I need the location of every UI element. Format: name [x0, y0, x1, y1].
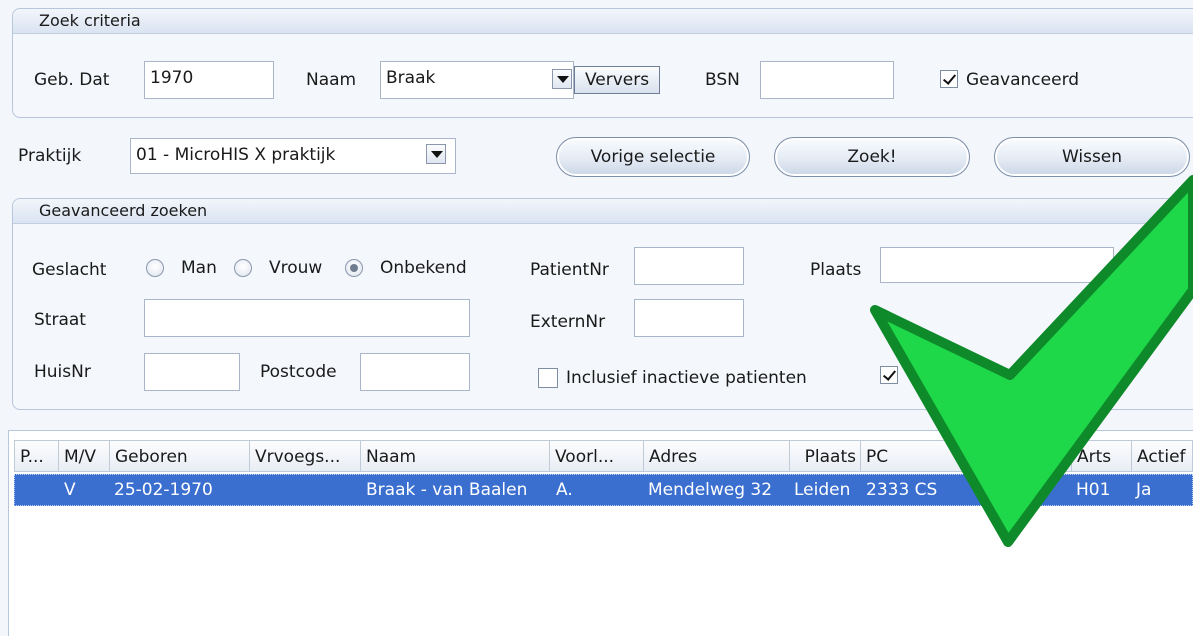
- col-header-vrvoegs[interactable]: Vrvoegs...: [249, 440, 361, 472]
- vorige-selectie-label: Vorige selectie: [590, 147, 716, 167]
- cell-voorl: A.: [556, 480, 573, 500]
- bsn-label: BSN: [705, 70, 740, 90]
- praktijk-dropdown-button[interactable]: [426, 144, 446, 164]
- externnr-input[interactable]: [634, 299, 744, 337]
- inclusief-inactieve-label: Inclusief inactieve patienten: [566, 368, 807, 388]
- cell-plaats: Leiden: [794, 480, 851, 500]
- postcode-label: Postcode: [260, 362, 337, 382]
- col-header-naam[interactable]: Naam: [360, 440, 550, 472]
- cell-naam: Braak - van Baalen: [366, 480, 528, 500]
- ververs-button[interactable]: Ververs: [574, 66, 660, 94]
- praktijk-label: Praktijk: [18, 146, 82, 166]
- cell-mv: V: [64, 480, 76, 500]
- plaats-label: Plaats: [810, 260, 862, 280]
- col-header-geboren[interactable]: Geboren: [109, 440, 250, 472]
- ververs-label: Ververs: [584, 70, 650, 90]
- geb-dat-label: Geb. Dat: [34, 70, 110, 90]
- bsn-input[interactable]: [760, 61, 894, 99]
- naam-dropdown-button[interactable]: [552, 69, 572, 89]
- huisnr-input[interactable]: [144, 353, 240, 391]
- geb-dat-input[interactable]: 1970: [144, 61, 274, 99]
- wissen-label: Wissen: [1061, 147, 1123, 167]
- naam-value: Braak: [386, 68, 436, 88]
- geavanceerd-checkbox[interactable]: [940, 70, 958, 88]
- col-header-plaats[interactable]: Plaats: [789, 440, 861, 472]
- cell-adres: Mendelweg 32: [648, 480, 773, 500]
- radio-man-label: Man: [181, 258, 217, 278]
- postcode-input[interactable]: [360, 353, 470, 391]
- naam-label: Naam: [306, 70, 357, 90]
- col-header-mv[interactable]: M/V: [58, 440, 110, 472]
- praktijk-combobox[interactable]: 01 - MicroHIS X praktijk: [130, 138, 456, 174]
- externnr-label: ExternNr: [530, 312, 606, 332]
- col-header-p[interactable]: P...: [14, 440, 59, 472]
- inclusief-inactieve-checkbox[interactable]: [538, 368, 558, 388]
- straat-label: Straat: [34, 310, 86, 330]
- radio-man[interactable]: [146, 259, 164, 277]
- green-checkmark-icon: [870, 175, 1193, 547]
- vorige-selectie-button[interactable]: Vorige selectie: [556, 137, 750, 177]
- radio-onbekend-label: Onbekend: [380, 258, 467, 278]
- naam-combobox[interactable]: Braak: [380, 61, 574, 99]
- praktijk-value: 01 - MicroHIS X praktijk: [136, 145, 336, 165]
- zoek-label: Zoek!: [847, 147, 897, 167]
- zoek-criteria-header: Zoek criteria: [13, 9, 1193, 34]
- col-header-adres[interactable]: Adres: [643, 440, 790, 472]
- patientnr-label: PatientNr: [530, 260, 609, 280]
- radio-vrouw[interactable]: [234, 259, 252, 277]
- straat-input[interactable]: [144, 299, 470, 337]
- col-header-voorl[interactable]: Voorl...: [549, 440, 644, 472]
- patientnr-input[interactable]: [634, 247, 744, 285]
- geslacht-label: Geslacht: [32, 260, 107, 280]
- radio-onbekend[interactable]: [345, 259, 363, 277]
- zoek-criteria-title: Zoek criteria: [39, 11, 141, 30]
- radio-vrouw-label: Vrouw: [269, 258, 323, 278]
- cell-geboren: 25-02-1970: [114, 480, 213, 500]
- huisnr-label: HuisNr: [34, 362, 91, 382]
- geavanceerd-label: Geavanceerd: [966, 70, 1080, 90]
- geavanceerd-title: Geavanceerd zoeken: [39, 201, 208, 220]
